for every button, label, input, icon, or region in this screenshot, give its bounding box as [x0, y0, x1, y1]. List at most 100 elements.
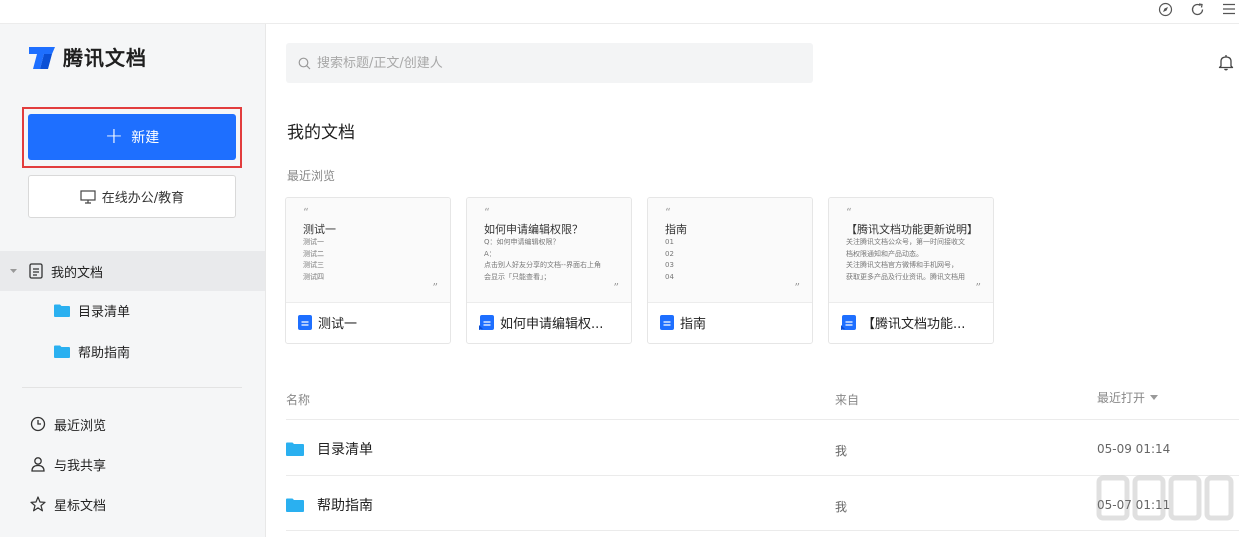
preview-line: 获取更多产品及行业资讯。腾讯文档用 — [846, 272, 965, 281]
quote-open-icon: “ — [303, 206, 309, 219]
logo-text: 腾讯文档 — [63, 46, 147, 70]
clock-icon — [30, 416, 46, 432]
folder-icon — [54, 304, 70, 317]
search-input[interactable] — [317, 55, 797, 71]
user-icon — [30, 456, 46, 472]
card-preview: “ 测试一 测试一 测试二 测试三 测试四 ” — [286, 198, 450, 303]
doc-icon — [298, 315, 312, 330]
preview-line: 测试四 — [303, 272, 324, 281]
quote-open-icon: “ — [846, 206, 852, 219]
column-header-opened-label: 最近打开 — [1097, 391, 1146, 405]
sidebar-item-starred[interactable]: 星标文档 — [30, 494, 106, 514]
recent-doc-card[interactable]: “ 指南 01 02 03 04 ” 指南 — [647, 197, 813, 344]
card-footer: 指南 — [660, 313, 706, 332]
sidebar-divider — [22, 387, 242, 388]
card-preview: “ 【腾讯文档功能更新说明】 关注腾讯文档公众号，第一时间接收文 档权限通知和产… — [829, 198, 993, 303]
search-icon — [298, 57, 311, 69]
shared-doc-icon — [841, 315, 856, 330]
shared-doc-icon — [479, 315, 494, 330]
card-footer: 测试一 — [298, 313, 357, 332]
table-divider — [286, 530, 1239, 531]
table-row[interactable]: 目录清单 — [286, 439, 373, 459]
search-bar[interactable] — [286, 43, 813, 83]
row-opened: 05-09 01:14 — [1097, 442, 1171, 456]
preview-line: 03 — [665, 261, 674, 269]
sidebar-item-my-docs[interactable]: 我的文档 — [10, 261, 103, 281]
card-footer: 如何申请编辑权... — [479, 313, 603, 332]
sidebar-item-label: 我的文档 — [51, 265, 104, 281]
recent-doc-card[interactable]: “ 测试一 测试一 测试二 测试三 测试四 ” 测试一 — [285, 197, 451, 344]
recent-section-label: 最近浏览 — [287, 169, 336, 183]
column-header-from[interactable]: 来自 — [835, 391, 859, 408]
sidebar-folder-item[interactable]: 帮助指南 — [54, 341, 130, 361]
preview-line: 会显示「只能查看」； — [484, 272, 551, 281]
table-row[interactable]: 帮助指南 — [286, 495, 373, 515]
preview-title: 指南 — [665, 223, 687, 236]
row-from: 我 — [835, 500, 848, 514]
logo: 腾讯文档 — [27, 42, 147, 71]
sidebar-folder-label: 目录清单 — [78, 304, 131, 320]
column-header-opened[interactable]: 最近打开 — [1097, 389, 1159, 406]
sort-down-icon — [1150, 394, 1159, 400]
preview-line: 02 — [665, 249, 674, 258]
new-button-label: 新建 — [131, 130, 160, 146]
preview-line: 04 — [665, 272, 674, 281]
preview-title: 测试一 — [303, 223, 336, 236]
online-office-button[interactable]: 在线办公/教育 — [28, 175, 236, 218]
row-name-label: 帮助指南 — [317, 498, 373, 514]
folder-icon — [54, 345, 70, 358]
notification-bell-icon[interactable] — [1218, 54, 1234, 75]
recent-doc-card[interactable]: “ 【腾讯文档功能更新说明】 关注腾讯文档公众号，第一时间接收文 档权限通知和产… — [828, 197, 994, 344]
row-name-label: 目录清单 — [317, 442, 373, 458]
sidebar-item-label: 星标文档 — [54, 498, 107, 514]
tencent-docs-logo-icon — [29, 46, 55, 69]
watermark-logo — [1096, 475, 1234, 521]
table-divider — [286, 419, 1239, 420]
sidebar-folder-label: 帮助指南 — [78, 345, 131, 361]
preview-line: 01 — [665, 238, 674, 246]
quote-close-icon: ” — [794, 281, 800, 294]
preview-line: 档权限通知和产品动态。 — [846, 249, 923, 258]
preview-line: 测试一 — [303, 238, 324, 246]
preview-line: A： — [484, 249, 496, 258]
card-doc-name: 测试一 — [318, 317, 358, 332]
compass-icon[interactable] — [1155, 0, 1175, 18]
folder-icon — [286, 442, 304, 456]
preview-line: 测试二 — [303, 249, 324, 258]
preview-line: 关注腾讯文档公众号，第一时间接收文 — [846, 238, 965, 246]
online-office-label: 在线办公/教育 — [101, 191, 185, 206]
sidebar-item-shared[interactable]: 与我共享 — [30, 454, 106, 474]
doc-icon — [660, 315, 674, 330]
refresh-icon[interactable] — [1187, 0, 1207, 18]
star-icon — [30, 496, 46, 512]
document-icon — [29, 263, 43, 279]
app-window: 腾讯文档 + 新建 在线办公/教育 我的文档 目录清单 帮助指南 最近浏览 与我… — [0, 0, 1239, 537]
quote-close-icon: ” — [432, 281, 438, 294]
quote-close-icon: ” — [613, 281, 619, 294]
preview-line: 关注腾讯文档官方微博和手机网号， — [846, 261, 958, 269]
quote-open-icon: “ — [665, 206, 671, 219]
page-title: 我的文档 — [287, 123, 355, 143]
recent-doc-card[interactable]: “ 如何申请编辑权限？ Q：如何申请编辑权限？ A： 点击别人好友分享的文档--… — [466, 197, 632, 344]
sidebar-item-label: 与我共享 — [54, 458, 107, 474]
quote-close-icon: ” — [975, 281, 981, 294]
sidebar-item-label: 最近浏览 — [54, 418, 107, 434]
row-from: 我 — [835, 444, 848, 458]
new-button[interactable]: + 新建 — [28, 114, 236, 160]
plus-icon: + — [104, 124, 124, 149]
preview-line: 测试三 — [303, 261, 324, 269]
card-doc-name: 如何申请编辑权... — [500, 317, 604, 332]
preview-title: 如何申请编辑权限？ — [484, 223, 583, 236]
monitor-icon — [80, 189, 96, 204]
card-preview: “ 指南 01 02 03 04 ” — [648, 198, 812, 303]
card-doc-name: 指南 — [680, 317, 707, 332]
menu-icon[interactable] — [1219, 0, 1239, 18]
card-footer: 【腾讯文档功能... — [841, 313, 965, 332]
quote-open-icon: “ — [484, 206, 490, 219]
sidebar-item-recent[interactable]: 最近浏览 — [30, 414, 106, 434]
card-preview: “ 如何申请编辑权限？ Q：如何申请编辑权限？ A： 点击别人好友分享的文档--… — [467, 198, 631, 303]
sidebar-folder-item[interactable]: 目录清单 — [54, 300, 130, 320]
caret-down-icon — [10, 268, 17, 274]
sidebar: 腾讯文档 + 新建 在线办公/教育 我的文档 目录清单 帮助指南 最近浏览 与我… — [0, 24, 266, 537]
column-header-name[interactable]: 名称 — [286, 391, 310, 408]
